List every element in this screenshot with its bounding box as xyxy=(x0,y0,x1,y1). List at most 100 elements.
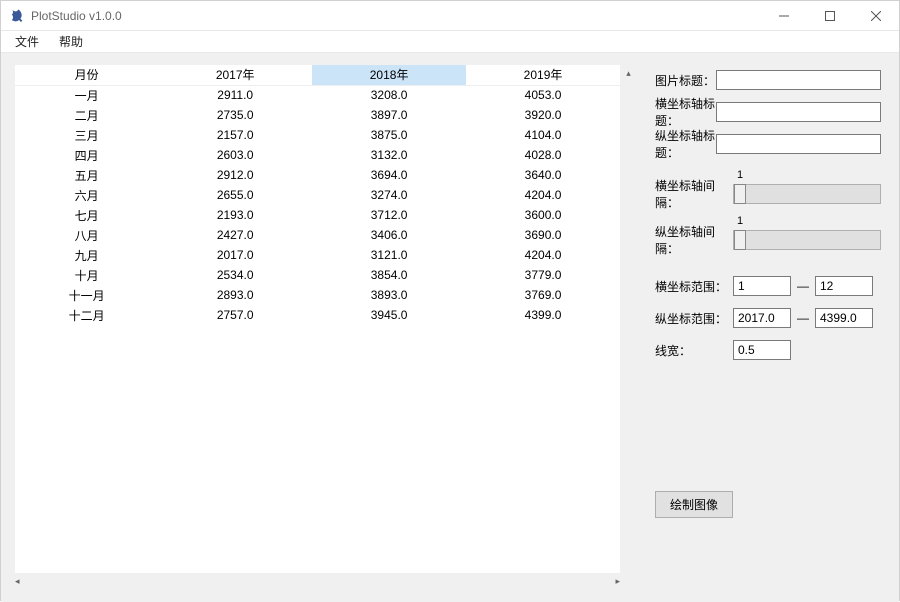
table-cell[interactable]: 3779.0 xyxy=(466,265,620,285)
table-cell[interactable]: 八月 xyxy=(15,225,158,245)
draw-button[interactable]: 绘制图像 xyxy=(655,491,733,518)
table-cell[interactable]: 2735.0 xyxy=(158,105,312,125)
y-interval-slider[interactable] xyxy=(733,230,881,250)
table-cell[interactable]: 4399.0 xyxy=(466,305,620,325)
table-cell[interactable]: 3690.0 xyxy=(466,225,620,245)
table-header-cell[interactable]: 月份 xyxy=(15,65,158,85)
y-range-min-input[interactable] xyxy=(733,308,791,328)
close-button[interactable] xyxy=(853,1,899,31)
minimize-button[interactable] xyxy=(761,1,807,31)
table-cell[interactable]: 六月 xyxy=(15,185,158,205)
table-cell[interactable]: 3600.0 xyxy=(466,205,620,225)
table-cell[interactable]: 3712.0 xyxy=(312,205,466,225)
x-interval-slider[interactable] xyxy=(733,184,881,204)
table-row[interactable]: 十月2534.03854.03779.0 xyxy=(15,265,620,285)
table-cell[interactable]: 七月 xyxy=(15,205,158,225)
table-row[interactable]: 一月2911.03208.04053.0 xyxy=(15,85,620,105)
table-cell[interactable]: 2193.0 xyxy=(158,205,312,225)
table-cell[interactable]: 3694.0 xyxy=(312,165,466,185)
table-cell[interactable]: 3920.0 xyxy=(466,105,620,125)
table-row[interactable]: 二月2735.03897.03920.0 xyxy=(15,105,620,125)
y-interval-slider-thumb[interactable] xyxy=(734,230,746,250)
table-cell[interactable]: 4028.0 xyxy=(466,145,620,165)
menu-file[interactable]: 文件 xyxy=(5,31,49,52)
y-axis-title-input[interactable] xyxy=(716,134,881,154)
table-row[interactable]: 八月2427.03406.03690.0 xyxy=(15,225,620,245)
scroll-corner xyxy=(620,573,637,590)
table-cell[interactable]: 3274.0 xyxy=(312,185,466,205)
table-cell[interactable]: 五月 xyxy=(15,165,158,185)
table-cell[interactable]: 2017.0 xyxy=(158,245,312,265)
table-cell[interactable]: 3640.0 xyxy=(466,165,620,185)
table-cell[interactable]: 2757.0 xyxy=(158,305,312,325)
table-cell[interactable]: 九月 xyxy=(15,245,158,265)
vertical-scroll-track[interactable] xyxy=(620,82,637,573)
table-cell[interactable]: 2427.0 xyxy=(158,225,312,245)
table-cell[interactable]: 4053.0 xyxy=(466,85,620,105)
table-cell[interactable]: 4204.0 xyxy=(466,185,620,205)
table-cell[interactable]: 2603.0 xyxy=(158,145,312,165)
x-range-min-input[interactable] xyxy=(733,276,791,296)
table-row[interactable]: 九月2017.03121.04204.0 xyxy=(15,245,620,265)
table-cell[interactable]: 4204.0 xyxy=(466,245,620,265)
table-cell[interactable]: 2893.0 xyxy=(158,285,312,305)
table-cell[interactable]: 3121.0 xyxy=(312,245,466,265)
titlebar: PlotStudio v1.0.0 xyxy=(1,1,899,31)
linewidth-input[interactable] xyxy=(733,340,791,360)
x-range-max-input[interactable] xyxy=(815,276,873,296)
horizontal-scroll-track[interactable] xyxy=(20,573,616,590)
data-table[interactable]: 月份2017年2018年2019年 一月2911.03208.04053.0二月… xyxy=(15,65,620,325)
table-header-cell[interactable]: 2018年 xyxy=(312,65,466,85)
table-cell[interactable]: 3132.0 xyxy=(312,145,466,165)
y-range-label: 纵坐标范围： xyxy=(655,310,733,327)
table-cell[interactable]: 2911.0 xyxy=(158,85,312,105)
horizontal-scrollbar[interactable]: ◂ ▸ xyxy=(15,573,620,590)
table-cell[interactable]: 一月 xyxy=(15,85,158,105)
table-row[interactable]: 七月2193.03712.03600.0 xyxy=(15,205,620,225)
minimize-icon xyxy=(779,11,789,21)
x-interval-value: 1 xyxy=(737,169,743,181)
table-row[interactable]: 六月2655.03274.04204.0 xyxy=(15,185,620,205)
table-cell[interactable]: 十月 xyxy=(15,265,158,285)
table-cell[interactable]: 三月 xyxy=(15,125,158,145)
table-cell[interactable]: 3854.0 xyxy=(312,265,466,285)
table-header-cell[interactable]: 2017年 xyxy=(158,65,312,85)
scroll-up-button[interactable]: ▴ xyxy=(620,65,637,82)
y-axis-title-label: 纵坐标轴标题： xyxy=(655,127,716,161)
y-range-sep: — xyxy=(797,311,809,325)
table-cell[interactable]: 二月 xyxy=(15,105,158,125)
table-row[interactable]: 十二月2757.03945.04399.0 xyxy=(15,305,620,325)
table-cell[interactable]: 2655.0 xyxy=(158,185,312,205)
x-interval-slider-thumb[interactable] xyxy=(734,184,746,204)
window-title: PlotStudio v1.0.0 xyxy=(31,9,122,23)
maximize-button[interactable] xyxy=(807,1,853,31)
table-row[interactable]: 十一月2893.03893.03769.0 xyxy=(15,285,620,305)
table-row[interactable]: 五月2912.03694.03640.0 xyxy=(15,165,620,185)
table-cell[interactable]: 3406.0 xyxy=(312,225,466,245)
table-cell[interactable]: 十一月 xyxy=(15,285,158,305)
table-cell[interactable]: 3897.0 xyxy=(312,105,466,125)
vertical-scrollbar[interactable]: ▴ ▾ xyxy=(620,65,637,590)
table-cell[interactable]: 2912.0 xyxy=(158,165,312,185)
table-cell[interactable]: 2534.0 xyxy=(158,265,312,285)
table-cell[interactable]: 3208.0 xyxy=(312,85,466,105)
table-header-cell[interactable]: 2019年 xyxy=(466,65,620,85)
y-range-max-input[interactable] xyxy=(815,308,873,328)
table-cell[interactable]: 4104.0 xyxy=(466,125,620,145)
x-axis-title-input[interactable] xyxy=(716,102,881,122)
chevron-up-icon: ▴ xyxy=(626,68,631,79)
table-cell[interactable]: 2157.0 xyxy=(158,125,312,145)
image-title-input[interactable] xyxy=(716,70,881,90)
table-cell[interactable]: 3893.0 xyxy=(312,285,466,305)
table-cell[interactable]: 十二月 xyxy=(15,305,158,325)
menu-help[interactable]: 帮助 xyxy=(49,31,93,52)
menubar: 文件 帮助 xyxy=(1,31,899,53)
table-row[interactable]: 四月2603.03132.04028.0 xyxy=(15,145,620,165)
options-pane: 图片标题： 横坐标轴标题： 纵坐标轴标题： 1 横坐标轴间隔： 1 纵坐标轴间隔… xyxy=(637,65,887,590)
table-cell[interactable]: 3945.0 xyxy=(312,305,466,325)
table-cell[interactable]: 3875.0 xyxy=(312,125,466,145)
app-icon xyxy=(9,8,25,24)
table-row[interactable]: 三月2157.03875.04104.0 xyxy=(15,125,620,145)
table-cell[interactable]: 3769.0 xyxy=(466,285,620,305)
table-cell[interactable]: 四月 xyxy=(15,145,158,165)
